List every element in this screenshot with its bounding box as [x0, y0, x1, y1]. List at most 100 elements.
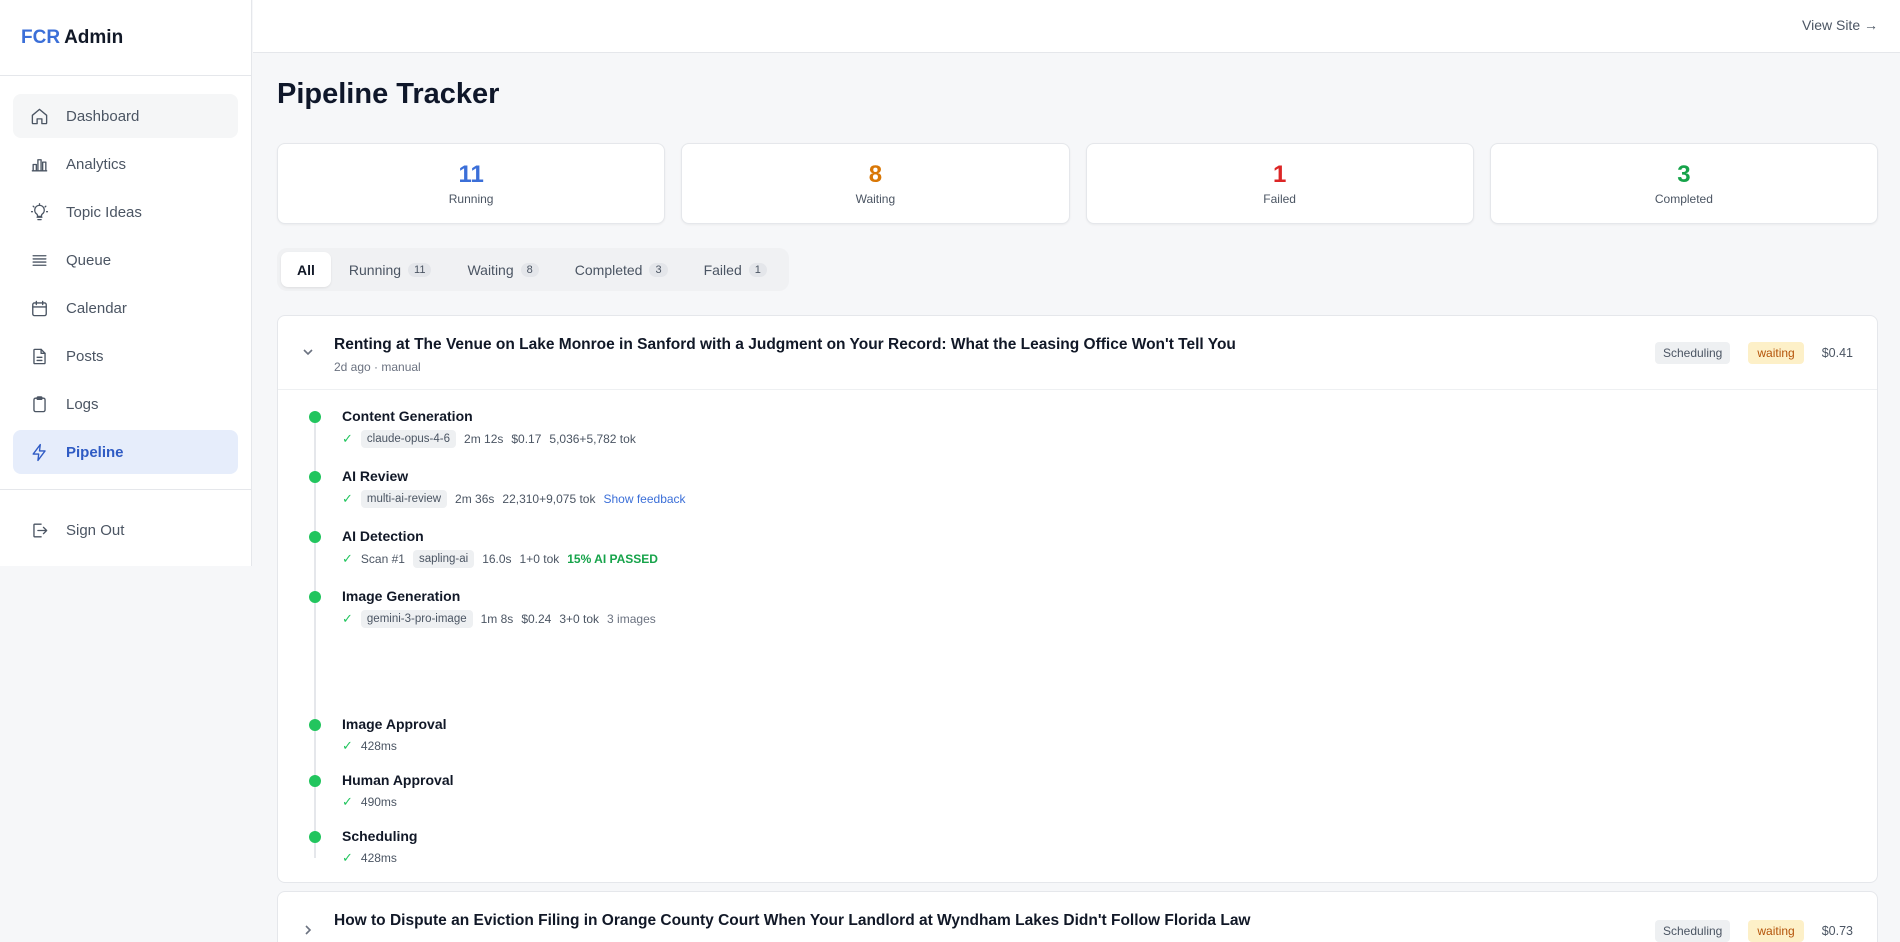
image-count: 3 images [607, 612, 656, 626]
step-title: Image Generation [342, 588, 461, 604]
sidebar-item-dashboard[interactable]: Dashboard [13, 94, 238, 138]
step-tokens: 1+0 tok [519, 552, 560, 566]
step-cost: $0.17 [511, 432, 542, 446]
pipeline-title[interactable]: How to Dispute an Eviction Filing in Ora… [334, 912, 1251, 930]
stage-badge: Scheduling [1654, 342, 1731, 364]
pipeline-title[interactable]: Renting at The Venue on Lake Monroe in S… [334, 336, 1236, 354]
step-status-dot [309, 471, 321, 483]
tab-count-badge: 11 [408, 262, 432, 277]
tab-label: All [297, 261, 315, 278]
sidebar-item-pipeline[interactable]: Pipeline [13, 430, 238, 474]
sidebar-item-label: Topic Ideas [66, 203, 142, 221]
chevron-down-icon[interactable] [300, 344, 316, 360]
tab-completed[interactable]: Completed 3 [557, 252, 686, 287]
step-title: Scheduling [342, 828, 418, 844]
stat-card-completed: 3 Completed [1489, 143, 1878, 224]
check-icon: ✓ [342, 491, 353, 506]
sign-out-button[interactable]: Sign Out [13, 508, 238, 552]
step-tokens: 22,310+9,075 tok [502, 492, 596, 506]
pipeline-card-header[interactable]: Renting at The Venue on Lake Monroe in S… [278, 316, 1877, 390]
show-feedback-link[interactable]: Show feedback [603, 492, 685, 506]
sidebar-item-label: Pipeline [66, 443, 124, 461]
step-duration: 428ms [360, 851, 397, 865]
tab-all[interactable]: All [281, 252, 331, 287]
sidebar-item-analytics[interactable]: Analytics [13, 142, 238, 186]
stat-label: Failed [1263, 192, 1296, 206]
brand-logo[interactable]: FCR Admin [0, 0, 251, 76]
tab-count-badge: 3 [649, 262, 668, 277]
model-chip: sapling-ai [412, 550, 475, 568]
step-status-dot [309, 831, 321, 843]
view-site-link[interactable]: View Site → [1802, 17, 1878, 33]
tab-label: Running [348, 261, 402, 278]
pipeline-card: Renting at The Venue on Lake Monroe in S… [277, 315, 1878, 883]
list-icon [29, 250, 49, 270]
step-title: Human Approval [342, 772, 454, 788]
brand-accent: FCR [21, 26, 61, 48]
sidebar-item-label: Dashboard [66, 107, 140, 125]
step-title: AI Review [342, 468, 409, 484]
stat-label: Waiting [855, 192, 896, 206]
stat-card-running: 11 Running [277, 143, 666, 224]
step-cost: $0.24 [521, 612, 552, 626]
step-duration: 1m 8s [480, 612, 514, 626]
step-title: AI Detection [342, 528, 424, 544]
step-tokens: 5,036+5,782 tok [549, 432, 636, 446]
check-icon: ✓ [342, 794, 353, 809]
tab-label: Completed [574, 261, 643, 278]
stat-card-failed: 1 Failed [1085, 143, 1474, 224]
lightning-icon [29, 442, 49, 462]
step-status-dot [309, 775, 321, 787]
tab-waiting[interactable]: Waiting 8 [449, 252, 556, 287]
sidebar: FCR Admin Dashboard Analytics Topic Idea… [0, 0, 252, 566]
pipeline-cost: $0.41 [1821, 346, 1853, 360]
detection-result: 15% AI PASSED [567, 552, 658, 566]
step-status-dot [309, 531, 321, 543]
sign-out-label: Sign Out [66, 521, 125, 539]
sidebar-item-label: Posts [66, 347, 104, 365]
clipboard-icon [29, 394, 49, 414]
sidebar-item-logs[interactable]: Logs [13, 382, 238, 426]
check-icon: ✓ [342, 850, 353, 865]
step-tokens: 3+0 tok [559, 612, 600, 626]
step-duration: 16.0s [482, 552, 512, 566]
check-icon: ✓ [342, 611, 353, 626]
model-chip: multi-ai-review [360, 490, 448, 508]
model-chip: gemini-3-pro-image [360, 610, 473, 628]
sidebar-item-calendar[interactable]: Calendar [13, 286, 238, 330]
page-title: Pipeline Tracker [277, 78, 500, 110]
step-status-dot [309, 411, 321, 423]
sign-out-icon [29, 520, 49, 540]
tab-running[interactable]: Running 11 [331, 252, 450, 287]
check-icon: ✓ [342, 551, 353, 566]
sidebar-divider [0, 489, 251, 490]
sidebar-item-posts[interactable]: Posts [13, 334, 238, 378]
stat-value: 11 [458, 161, 484, 188]
sidebar-item-topic-ideas[interactable]: Topic Ideas [13, 190, 238, 234]
stat-label: Completed [1654, 192, 1713, 206]
pipeline-meta: 2d ago · manual [334, 360, 421, 374]
pipeline-card[interactable]: How to Dispute an Eviction Filing in Ora… [277, 891, 1878, 942]
step-status-dot [309, 719, 321, 731]
tab-count-badge: 1 [748, 262, 767, 277]
sidebar-item-label: Logs [66, 395, 99, 413]
sidebar-nav: Dashboard Analytics Topic Ideas Queue Ca… [0, 76, 251, 474]
tab-failed[interactable]: Failed 1 [686, 252, 785, 287]
model-chip: claude-opus-4-6 [360, 430, 457, 448]
bar-chart-icon [29, 154, 49, 174]
timeline-line [314, 418, 316, 858]
sidebar-item-queue[interactable]: Queue [13, 238, 238, 282]
tab-label: Waiting [467, 261, 514, 278]
brand-name: Admin [64, 26, 124, 48]
stats-row: 11 Running 8 Waiting 1 Failed 3 Complete… [277, 143, 1878, 224]
status-badge: waiting [1748, 920, 1804, 942]
check-icon: ✓ [342, 431, 353, 446]
stat-value: 1 [1272, 161, 1287, 188]
sidebar-item-label: Analytics [66, 155, 127, 173]
document-icon [29, 346, 49, 366]
step-duration: 2m 36s [455, 492, 495, 506]
check-icon: ✓ [342, 738, 353, 753]
stat-label: Running [448, 192, 494, 206]
sidebar-item-label: Queue [66, 251, 112, 269]
chevron-right-icon[interactable] [300, 922, 316, 938]
